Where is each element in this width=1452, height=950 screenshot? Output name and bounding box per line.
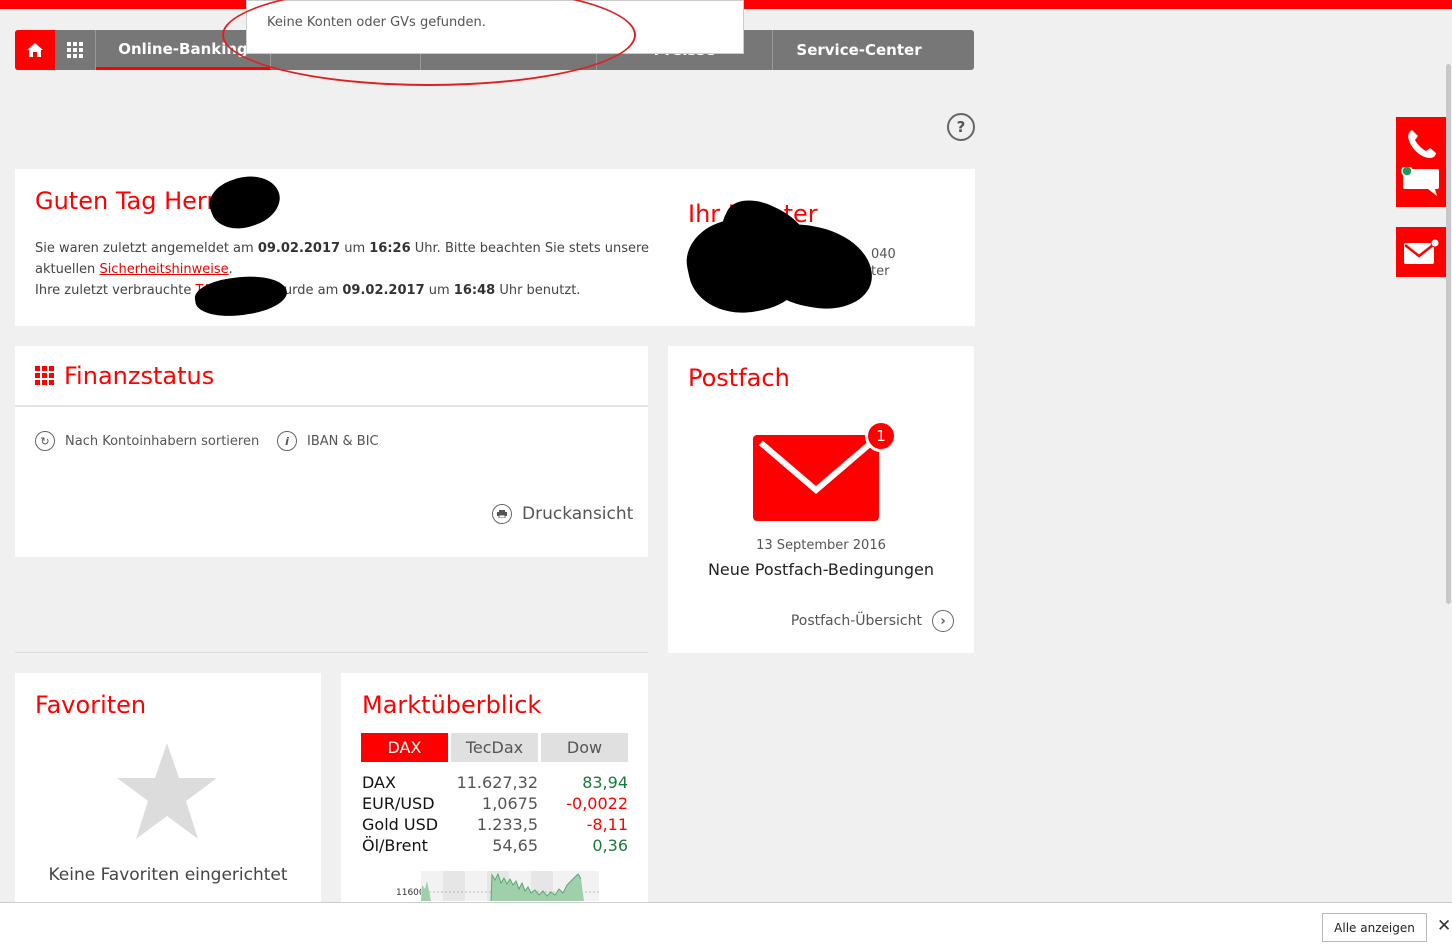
favoriten-title: Favoriten	[35, 691, 147, 719]
quote-row: DAX 11.627,32 83,94	[362, 773, 628, 792]
markt-title: Marktüberblick	[362, 691, 542, 719]
quote-change: 83,94	[582, 773, 628, 792]
welcome-card: Guten Tag Herr K Sie waren zuletzt angem…	[15, 166, 975, 326]
show-all-button[interactable]: Alle anzeigen	[1322, 913, 1427, 942]
message-date: 13 September 2016	[756, 538, 886, 553]
message-button[interactable]	[1396, 227, 1446, 277]
tan-time: 16:48	[453, 283, 496, 298]
sort-by-owner-label: Nach Kontoinhabern sortieren	[65, 433, 260, 449]
print-view-label: Druckansicht	[522, 504, 634, 524]
market-tabs: DAX TecDax Dow	[361, 733, 628, 762]
quote-name: Gold USD	[362, 815, 439, 834]
tab-dax[interactable]: DAX	[361, 733, 448, 762]
iban-bic-option[interactable]: i IBAN & BIC	[277, 431, 379, 451]
finanzstatus-header: Finanzstatus	[15, 346, 648, 407]
postfach-overview-label: Postfach-Übersicht	[790, 613, 922, 629]
favoriten-card: Favoriten Keine Favoriten eingerichtet	[15, 673, 321, 913]
toast-message: Keine Konten oder GVs gefunden.	[267, 15, 486, 30]
nav-service-center[interactable]: Service-Center	[773, 30, 945, 70]
advisor-phone-fragment: 040	[871, 247, 896, 262]
postfach-card: Postfach 1 13 September 2016 Neue Postfa…	[668, 346, 974, 653]
refresh-icon: ↻	[35, 431, 55, 451]
tan-date: 09.02.2017	[342, 283, 425, 298]
quote-value: 54,65	[492, 836, 538, 855]
nav-online-banking[interactable]: Online-Banking	[96, 30, 271, 70]
tan-line: Ihre zuletzt verbrauchte TAN wurde am 09…	[35, 283, 581, 298]
security-hints-link[interactable]: Sicherheitshinweise	[99, 262, 228, 277]
last-login-line: Sie waren zuletzt angemeldet am 09.02.20…	[35, 241, 650, 256]
notification-toast: Keine Konten oder GVs gefunden.	[246, 0, 744, 54]
security-line: aktuellen Sicherheitshinweise.	[35, 262, 233, 277]
favoriten-empty-text: Keine Favoriten eingerichtet	[48, 865, 288, 885]
quote-row: Öl/Brent 54,65 0,36	[362, 836, 628, 855]
chart-axis-label: 11600	[396, 888, 425, 898]
section-divider	[15, 652, 648, 653]
last-login-date: 09.02.2017	[257, 241, 341, 256]
redaction	[192, 270, 290, 322]
quote-name: Öl/Brent	[362, 836, 428, 855]
finanzstatus-title: Finanzstatus	[64, 361, 215, 390]
quote-change: 0,36	[592, 836, 628, 855]
quote-change: -0,0022	[566, 794, 628, 813]
unread-badge: 1	[865, 420, 897, 452]
download-bar: Alle anzeigen ✕	[0, 902, 1452, 950]
info-icon: i	[277, 431, 297, 451]
quote-value: 1,0675	[482, 794, 538, 813]
mail-icon	[1404, 238, 1440, 264]
tab-dow[interactable]: Dow	[541, 733, 628, 762]
chevron-right-icon: ›	[932, 610, 954, 632]
postfach-title: Postfach	[688, 364, 790, 392]
phone-icon	[1408, 130, 1436, 158]
iban-bic-label: IBAN & BIC	[307, 433, 379, 449]
quote-change: -8,11	[586, 815, 628, 834]
contact-button[interactable]	[1396, 117, 1446, 207]
advisor-fragment: ter	[871, 264, 890, 279]
quote-name: DAX	[362, 773, 396, 792]
finanzstatus-card: Finanzstatus ↻ Nach Kontoinhabern sortie…	[15, 346, 648, 557]
apps-grid-button[interactable]	[55, 30, 96, 70]
chat-icon	[1401, 167, 1439, 196]
quote-row: Gold USD 1.233,5 -8,11	[362, 815, 628, 834]
home-button[interactable]	[15, 30, 55, 70]
postfach-overview-link[interactable]: Postfach-Übersicht ›	[791, 610, 954, 632]
markt-card: Marktüberblick DAX TecDax Dow DAX 11.627…	[341, 673, 648, 913]
home-icon	[27, 43, 43, 57]
last-login-time: 16:26	[369, 241, 411, 256]
dax-sparkline: 11600	[396, 871, 599, 901]
grid-icon	[67, 42, 83, 58]
redaction	[203, 166, 287, 238]
help-button[interactable]: ?	[947, 113, 975, 141]
message-subject[interactable]: Neue Postfach-Bedingungen	[668, 560, 974, 579]
sort-by-owner-option[interactable]: ↻ Nach Kontoinhabern sortieren	[35, 431, 259, 451]
grid-icon	[35, 366, 54, 385]
star-icon	[117, 743, 217, 839]
quote-row: EUR/USD 1,0675 -0,0022	[362, 794, 628, 813]
print-view-link[interactable]: Druckansicht	[492, 504, 633, 524]
quote-value: 11.627,32	[456, 773, 538, 792]
printer-icon	[492, 504, 512, 524]
envelope-icon[interactable]	[753, 435, 879, 521]
quote-value: 1.233,5	[476, 815, 538, 834]
tab-tecdax[interactable]: TecDax	[451, 733, 538, 762]
page-scrollbar[interactable]	[1446, 64, 1451, 604]
quote-name: EUR/USD	[362, 794, 435, 813]
close-icon[interactable]: ✕	[1437, 916, 1451, 936]
